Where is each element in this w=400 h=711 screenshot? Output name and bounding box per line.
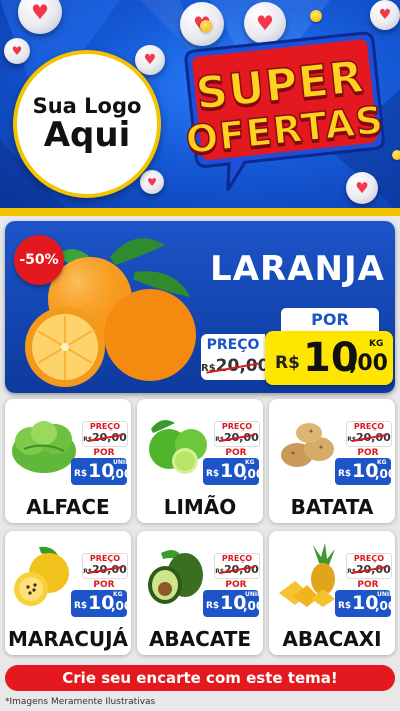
featured-product-card[interactable]: -50% LARANJA PREÇO R$20,00 POR R$ 10 ,00… bbox=[5, 221, 395, 393]
old-price-box: PREÇO R$20,00 bbox=[201, 334, 269, 380]
price-unit: KG bbox=[113, 591, 123, 598]
price-decimal: ,00 bbox=[349, 351, 388, 376]
price-unit: UNID bbox=[377, 591, 395, 598]
price-unit: KG bbox=[377, 459, 387, 466]
new-price-label: POR bbox=[93, 580, 115, 590]
old-price-label: PREÇO bbox=[353, 422, 385, 431]
product-name: MARACUJÁ bbox=[7, 627, 129, 651]
price-decimal: ,00 bbox=[111, 467, 131, 481]
old-price-box: PREÇO R$20,00 bbox=[214, 421, 260, 447]
emoji-icon bbox=[310, 10, 322, 22]
logo-placeholder[interactable]: Sua Logo Aqui bbox=[13, 50, 161, 198]
disclaimer-text: *Imagens Meramente Ilustrativas bbox=[5, 697, 156, 707]
new-price-box: R$ 10 ,00 KG bbox=[203, 458, 263, 485]
new-price-label: POR bbox=[225, 580, 247, 590]
price-decimal: ,00 bbox=[243, 467, 263, 481]
price-currency: R$ bbox=[206, 601, 220, 611]
product-card-maracuja[interactable]: PREÇO R$20,00 POR R$ 10 ,00 KG MARACUJÁ bbox=[5, 531, 131, 655]
new-price-label: POR bbox=[281, 308, 379, 332]
price-currency: R$ bbox=[74, 601, 88, 611]
price-unit: KG bbox=[245, 459, 255, 466]
product-name: BATATA bbox=[290, 495, 374, 519]
new-price-label: POR bbox=[225, 448, 247, 458]
price-decimal: ,00 bbox=[375, 599, 395, 613]
price-unit: KG bbox=[369, 339, 384, 349]
product-card-batata[interactable]: PREÇO R$20,00 POR R$ 10 ,00 KG BATATA bbox=[269, 399, 395, 523]
product-name: ABACAXI bbox=[282, 627, 382, 651]
price-currency: R$ bbox=[338, 469, 352, 479]
logo-text-line2: Aqui bbox=[43, 114, 131, 155]
old-price-label: PREÇO bbox=[89, 422, 121, 431]
price-currency: R$ bbox=[74, 469, 88, 479]
price-decimal: ,00 bbox=[375, 467, 395, 481]
product-name: ABACATE bbox=[148, 627, 252, 651]
lettuce-image bbox=[12, 421, 76, 473]
featured-product-name: LARANJA bbox=[210, 249, 385, 289]
lime-image bbox=[149, 420, 207, 474]
old-price-label: PREÇO bbox=[221, 554, 253, 563]
price-currency: R$ bbox=[275, 353, 300, 373]
price-unit: UNID bbox=[113, 459, 131, 466]
pineapple-image bbox=[279, 543, 335, 607]
new-price-label: POR bbox=[93, 448, 115, 458]
price-currency: R$ bbox=[338, 601, 352, 611]
product-name: LIMÃO bbox=[163, 495, 237, 519]
product-name: ALFACE bbox=[26, 495, 110, 519]
price-decimal: ,00 bbox=[111, 599, 131, 613]
old-price-box: PREÇO R$20,00 bbox=[82, 553, 128, 579]
old-price-label: PREÇO bbox=[206, 337, 260, 353]
header-banner: ♥ ♥ ♥ ♥ ♥ ♥ ♥ ♥ Sua Logo Aqui SUPER OFER… bbox=[0, 0, 400, 213]
avocado-image bbox=[148, 550, 203, 604]
product-card-limao[interactable]: PREÇO R$20,00 POR R$ 10 ,00 KG LIMÃO bbox=[137, 399, 263, 523]
new-price-box: R$ 10 ,00 UNID bbox=[335, 590, 395, 617]
new-price-box: R$ 10 ,00 UNID bbox=[71, 458, 131, 485]
price-unit: UNID bbox=[245, 591, 263, 598]
new-price-box: R$ 10 ,00 KG bbox=[71, 590, 131, 617]
old-price-box: PREÇO R$20,00 bbox=[214, 553, 260, 579]
emoji-icon bbox=[200, 20, 212, 32]
old-price-label: PREÇO bbox=[89, 554, 121, 563]
price-decimal: ,00 bbox=[243, 599, 263, 613]
super-ofertas-badge: SUPER OFERTAS bbox=[173, 28, 394, 199]
new-price-label: POR bbox=[357, 448, 379, 458]
heart-bubble-icon: ♥ bbox=[140, 170, 164, 194]
old-price-box: PREÇO R$20,00 bbox=[346, 553, 392, 579]
passion-fruit-image bbox=[14, 546, 69, 606]
divider-band bbox=[0, 208, 400, 216]
new-price-label: POR bbox=[357, 580, 379, 590]
emoji-icon bbox=[392, 150, 400, 160]
product-card-alface[interactable]: PREÇO R$20,00 POR R$ 10 ,00 UNID ALFACE bbox=[5, 399, 131, 523]
old-price-label: PREÇO bbox=[353, 554, 385, 563]
discount-badge: -50% bbox=[14, 235, 64, 285]
create-flyer-button[interactable]: Crie seu encarte com este tema! bbox=[5, 665, 395, 691]
heart-bubble-icon: ♥ bbox=[370, 0, 400, 30]
heart-bubble-icon: ♥ bbox=[135, 45, 165, 75]
new-price-box: R$ 10 ,00 KG bbox=[265, 331, 393, 385]
old-price-box: PREÇO R$20,00 bbox=[82, 421, 128, 447]
product-card-abacaxi[interactable]: PREÇO R$20,00 POR R$ 10 ,00 UNID ABACAXI bbox=[269, 531, 395, 655]
old-price-label: PREÇO bbox=[221, 422, 253, 431]
price-currency: R$ bbox=[206, 469, 220, 479]
heart-bubble-icon: ♥ bbox=[4, 38, 30, 64]
old-price-box: PREÇO R$20,00 bbox=[346, 421, 392, 447]
potato-image bbox=[281, 423, 334, 467]
new-price-box: R$ 10 ,00 UNID bbox=[203, 590, 263, 617]
new-price-box: R$ 10 ,00 KG bbox=[335, 458, 395, 485]
product-card-abacate[interactable]: PREÇO R$20,00 POR R$ 10 ,00 UNID ABACATE bbox=[137, 531, 263, 655]
